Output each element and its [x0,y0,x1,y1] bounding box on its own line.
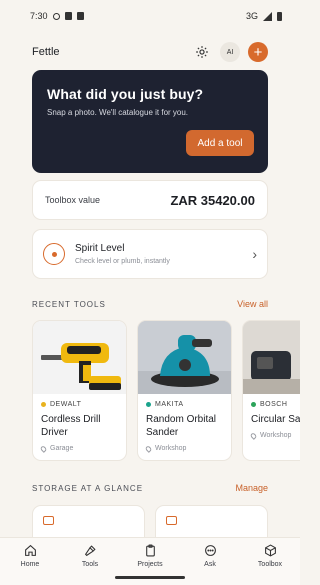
storage-box-icon [43,516,54,525]
bottom-tab-bar: Home Tools Projects Ask Toolbox [0,537,300,585]
battery-icon [277,11,282,21]
storage-heading: STORAGE AT A GLANCE [32,483,144,493]
spirit-level-icon [43,243,65,265]
home-indicator[interactable] [115,576,185,579]
tool-name: Random Orbital Sander [146,414,217,438]
brand-dot [41,402,46,407]
tool-name: Cordless Drill Driver [41,414,101,438]
network-type: 3G [245,11,258,21]
tool-image-saw [243,321,300,394]
hero-card: What did you just buy? Snap a photo. We'… [32,70,268,173]
tool-card[interactable]: MAKITA Random Orbital Sander Workshop [137,320,232,461]
hero-subtitle: Snap a photo. We'll catalogue it for you… [47,108,189,117]
tool-card[interactable]: DEWALT Cordless Drill Driver Garage [32,320,127,461]
brand-dot [146,402,151,407]
signal-icon [263,11,272,21]
recent-tools-header: RECENT TOOLS View all [32,299,268,309]
tool-name: Circular Saw [251,414,300,425]
notification-icon [52,12,60,20]
location-pin-icon [249,431,258,440]
tool-brand: MAKITA [155,401,184,408]
clipboard-icon [142,543,158,557]
status-time: 7:30 [30,11,48,21]
brand-dot [251,402,256,407]
tool-location: Workshop [260,432,292,439]
tool-image-sander [138,321,231,394]
tool-image-drill [33,321,126,394]
recent-tools-heading: RECENT TOOLS [32,299,106,309]
app-header: Fettle AI + [32,40,268,64]
add-tool-button[interactable]: Add a tool [186,130,254,156]
view-all-link[interactable]: View all [237,299,268,309]
tab-label: Projects [137,561,163,568]
tool-brand: DEWALT [50,401,82,408]
chat-icon [202,543,218,557]
location-pin-icon [144,444,153,453]
toolbox-value-amount: ZAR 35420.00 [170,192,255,208]
recent-tools-carousel[interactable]: DEWALT Cordless Drill Driver Garage MAKI… [32,320,300,462]
storage-box-icon [166,516,177,525]
tool-brand: BOSCH [260,401,288,408]
tab-label: Toolbox [257,561,283,568]
tab-ask[interactable]: Ask [185,543,235,585]
toolbox-value-card[interactable]: Toolbox value ZAR 35420.00 [32,180,268,220]
tab-label: Tools [81,561,99,568]
tab-home[interactable]: Home [5,543,55,585]
location-pin-icon [39,444,48,453]
sim-icon [76,12,84,20]
tab-toolbox[interactable]: Toolbox [245,543,295,585]
tool-location: Garage [50,445,74,452]
spirit-level-card[interactable]: Spirit Level Check level or plumb, insta… [32,229,268,279]
tab-label: Home [20,561,40,568]
tool-location: Workshop [155,445,187,452]
tab-label: Ask [204,561,216,568]
box-icon [262,543,278,557]
add-plus-button[interactable]: + [248,42,268,62]
spirit-level-title: Spirit Level [75,243,125,254]
app-notification-icon [64,12,72,20]
home-icon [22,543,38,557]
tab-tools[interactable]: Tools [65,543,115,585]
toolbox-value-label: Toolbox value [45,195,101,205]
storage-header: STORAGE AT A GLANCE Manage [32,483,268,493]
app-title: Fettle [32,46,60,58]
hammer-icon [82,543,98,557]
hero-title: What did you just buy? [47,86,204,102]
manage-link[interactable]: Manage [235,483,268,493]
settings-gear-icon[interactable] [192,42,212,62]
status-bar: 7:30 3G [0,0,300,32]
ai-assistant-button[interactable]: AI [220,42,240,62]
chevron-right-icon: › [252,246,257,262]
tool-card[interactable]: BOSCH Circular Saw Workshop [242,320,300,461]
spirit-level-subtitle: Check level or plumb, instantly [75,258,170,265]
